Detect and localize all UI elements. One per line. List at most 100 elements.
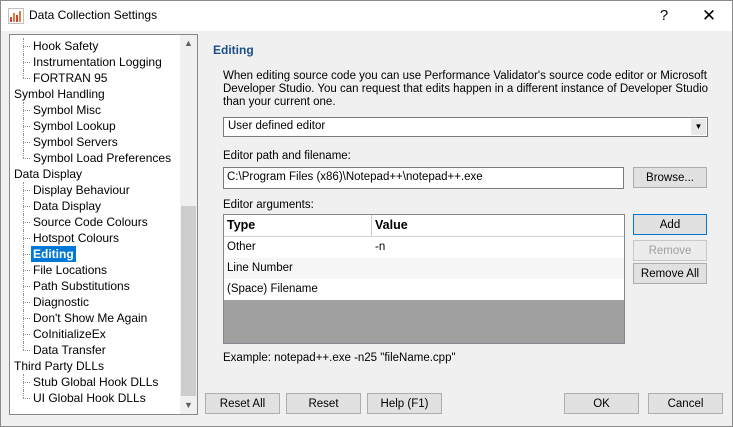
reset-all-button[interactable]: Reset All — [205, 393, 280, 414]
tree-item[interactable]: CoInitializeEx — [10, 326, 180, 342]
editor-path-input[interactable]: C:\Program Files (x86)\Notepad++\notepad… — [223, 167, 624, 189]
reset-button[interactable]: Reset — [286, 393, 361, 414]
cell-value: -n — [375, 241, 386, 253]
tree-connector — [23, 342, 24, 350]
tree-item-label: Instrumentation Logging — [33, 55, 162, 69]
tree-item[interactable]: Symbol Load Preferences — [10, 150, 180, 166]
section-title: Editing — [213, 43, 254, 57]
tree-items: Hook Safety Instrumentation Logging FORTRA… — [10, 38, 180, 406]
settings-tree[interactable]: Hook Safety Instrumentation Logging FORTRA… — [9, 34, 198, 415]
tree-group[interactable]: Symbol Handling — [10, 86, 180, 102]
column-divider[interactable] — [371, 215, 372, 236]
tree-connector — [23, 62, 30, 63]
tree-connector — [23, 142, 30, 143]
tree-item[interactable]: Diagnostic — [10, 294, 180, 310]
tree-item-label: Data Display — [33, 199, 102, 213]
tree-item-label: Hook Safety — [33, 39, 99, 53]
tree-item-label: Diagnostic — [33, 295, 90, 309]
tree-group[interactable]: Data Display — [10, 166, 180, 182]
scroll-down-icon[interactable]: ▼ — [180, 397, 197, 414]
tree-item-label: Symbol Lookup — [33, 119, 116, 133]
tree-item[interactable]: File Locations — [10, 262, 180, 278]
tree-item-label: Path Substitutions — [33, 279, 130, 293]
table-row[interactable]: Other -n — [224, 237, 624, 258]
tree-item[interactable]: Hotspot Colours — [10, 230, 180, 246]
tree-item-label: Editing — [31, 246, 76, 262]
tree-connector — [23, 318, 30, 319]
tree-item[interactable]: Display Behaviour — [10, 182, 180, 198]
cell-type: Other — [227, 241, 256, 253]
tree-connector — [23, 158, 30, 159]
column-header-value[interactable]: Value — [375, 215, 408, 236]
tree-connector — [23, 302, 30, 303]
column-header-type[interactable]: Type — [227, 215, 255, 236]
tree-scrollbar[interactable]: ▲ ▼ — [180, 35, 197, 414]
tree-item[interactable]: Instrumentation Logging — [10, 54, 180, 70]
remove-all-button[interactable]: Remove All — [633, 263, 707, 284]
cell-type: Line Number — [227, 262, 293, 274]
editor-select[interactable]: User defined editor ▼ — [223, 117, 708, 137]
tree-connector — [23, 254, 30, 255]
remove-button[interactable]: Remove — [633, 240, 707, 261]
dropdown-arrow-icon[interactable]: ▼ — [691, 119, 706, 135]
tree-connector — [23, 150, 24, 158]
close-icon[interactable]: ✕ — [687, 1, 731, 31]
tree-item[interactable]: UI Global Hook DLLs — [10, 390, 180, 406]
arguments-grid[interactable]: Type Value Other -n Line Number (Space) … — [223, 214, 625, 344]
cancel-button[interactable]: Cancel — [648, 393, 723, 414]
tree-item-label: Symbol Servers — [33, 135, 118, 149]
tree-group[interactable]: Third Party DLLs — [10, 358, 180, 374]
tree-connector — [23, 70, 24, 78]
tree-item[interactable]: Editing — [10, 246, 180, 262]
tree-connector — [23, 238, 30, 239]
bar-chart-app-icon — [8, 8, 24, 24]
editor-select-value: User defined editor — [228, 120, 326, 132]
browse-button[interactable]: Browse... — [633, 167, 707, 188]
tree-connector — [23, 270, 30, 271]
tree-connector — [23, 190, 30, 191]
tree-item[interactable]: Hook Safety — [10, 38, 180, 54]
tree-item[interactable]: Data Transfer — [10, 342, 180, 358]
table-row[interactable]: (Space) Filename — [224, 279, 624, 300]
scroll-up-icon[interactable]: ▲ — [180, 35, 197, 52]
tree-connector — [23, 46, 30, 47]
tree-item[interactable]: Don't Show Me Again — [10, 310, 180, 326]
tree-item-label: UI Global Hook DLLs — [33, 391, 146, 405]
tree-item[interactable]: Symbol Lookup — [10, 118, 180, 134]
tree-item[interactable]: Data Display — [10, 198, 180, 214]
tree-item-label: CoInitializeEx — [33, 327, 106, 341]
editor-path-value: C:\Program Files (x86)\Notepad++\notepad… — [227, 171, 483, 183]
path-label: Editor path and filename: — [223, 150, 351, 162]
tree-item-label: FORTRAN 95 — [33, 71, 108, 85]
tree-connector — [23, 110, 30, 111]
title-bar: Data Collection Settings ? ✕ — [1, 1, 732, 31]
tree-item[interactable]: FORTRAN 95 — [10, 70, 180, 86]
tree-connector — [23, 390, 24, 398]
tree-item-label: Symbol Handling — [14, 87, 105, 101]
tree-connector — [23, 222, 30, 223]
help-button[interactable]: Help (F1) — [367, 393, 442, 414]
tree-item-label: Display Behaviour — [33, 183, 130, 197]
tree-item-label: Third Party DLLs — [14, 359, 105, 373]
add-button[interactable]: Add — [633, 214, 707, 235]
arguments-label: Editor arguments: — [223, 199, 314, 211]
tree-item-label: Data Display — [14, 167, 83, 181]
window-title: Data Collection Settings — [29, 8, 158, 22]
tree-item[interactable]: Symbol Servers — [10, 134, 180, 150]
scroll-thumb[interactable] — [181, 206, 196, 396]
tree-connector — [23, 350, 30, 351]
tree-item[interactable]: Source Code Colours — [10, 214, 180, 230]
ok-button[interactable]: OK — [564, 393, 639, 414]
tree-item-label: Symbol Load Preferences — [33, 151, 172, 165]
tree-item-label: Stub Global Hook DLLs — [33, 375, 159, 389]
tree-connector — [23, 382, 30, 383]
tree-item[interactable]: Symbol Misc — [10, 102, 180, 118]
table-row[interactable]: Line Number — [224, 258, 624, 279]
tree-connector — [23, 206, 30, 207]
tree-connector — [23, 286, 30, 287]
tree-item[interactable]: Stub Global Hook DLLs — [10, 374, 180, 390]
tree-item[interactable]: Path Substitutions — [10, 278, 180, 294]
grid-header: Type Value — [224, 215, 624, 237]
example-text: Example: notepad++.exe -n25 "fileName.cp… — [223, 352, 456, 364]
help-icon[interactable]: ? — [642, 1, 686, 31]
